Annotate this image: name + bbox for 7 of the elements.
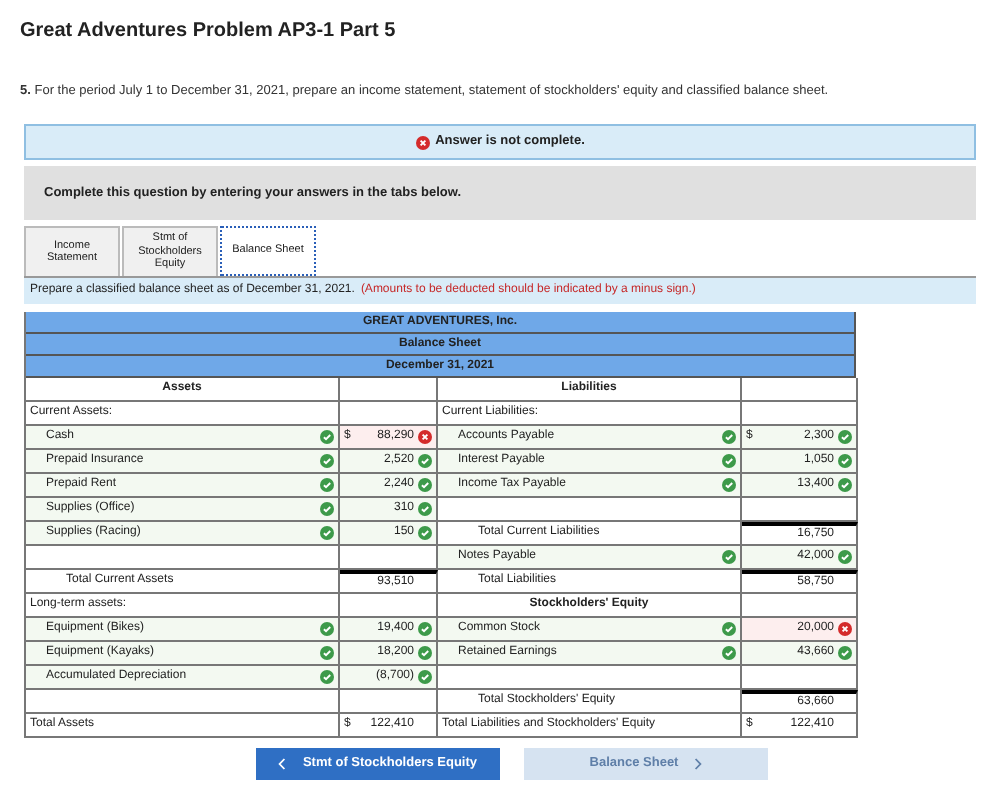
table-cell xyxy=(742,498,858,522)
chevron-left-icon xyxy=(278,758,287,770)
page-title: Great Adventures Problem AP3-1 Part 5 xyxy=(20,18,398,46)
table-cell xyxy=(742,666,858,690)
error-icon xyxy=(415,135,430,149)
table-cell xyxy=(340,546,438,570)
chevron-right-icon xyxy=(694,758,703,770)
